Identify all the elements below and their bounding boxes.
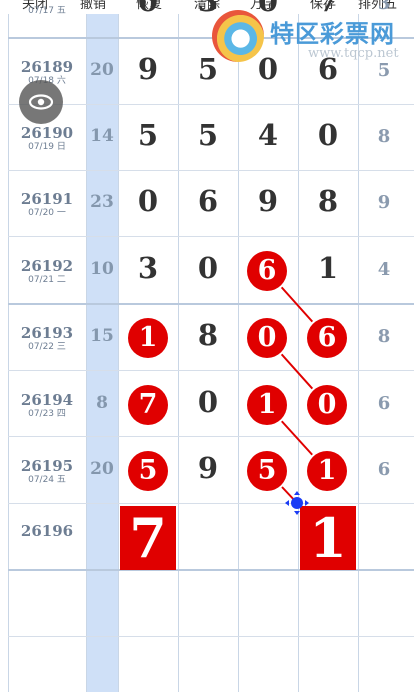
issue-number: 26190 [20, 124, 74, 142]
digit: 3 [137, 251, 159, 285]
digit: 4 [257, 118, 279, 152]
digit: 1 [317, 251, 339, 285]
sum-value: 14 [90, 126, 114, 146]
digit: 0 [197, 251, 219, 285]
drag-handle-arrows [285, 491, 309, 515]
digit: 0 [197, 385, 219, 419]
eye-icon [28, 94, 54, 110]
issue-number: 26195 [20, 457, 74, 475]
issue-number: 26189 [20, 58, 74, 76]
issue-number: 26196 [20, 522, 74, 540]
issue-date: 07/20 一 [28, 208, 66, 218]
fifth-digit: 6 [377, 393, 391, 414]
logo-title: 特区彩票网 [270, 20, 395, 48]
digit: 5 [197, 118, 219, 152]
fifth-digit: 6 [377, 459, 391, 480]
red-ball: 0 [247, 318, 287, 358]
sum-value: 15 [90, 326, 114, 346]
digit: 9 [197, 451, 219, 485]
eye-toggle-button[interactable] [19, 80, 63, 124]
issue-date: 07/19 日 [28, 142, 66, 152]
sum-value: 8 [96, 393, 108, 413]
red-ball: 6 [307, 318, 347, 358]
digit: 0 [317, 118, 339, 152]
issue-number: 26194 [20, 391, 74, 409]
logo-swirl-icon [212, 10, 264, 62]
digit: 8 [317, 184, 339, 218]
red-ball: 0 [307, 385, 347, 425]
issue-date: 07/21 二 [28, 275, 66, 285]
sum-value: 23 [90, 192, 114, 212]
red-ball: 1 [307, 451, 347, 491]
red-ball: 7 [128, 385, 168, 425]
red-ball: 1 [247, 385, 287, 425]
red-ball: 5 [247, 451, 287, 491]
sum-value: 20 [90, 60, 114, 80]
issue-date: 07/24 五 [28, 475, 66, 485]
logo-url: www.tqcp.net [308, 46, 399, 61]
digit: 0 [137, 184, 159, 218]
site-logo: 特区彩票网 www.tqcp.net [212, 10, 412, 68]
fifth-digit: 9 [377, 192, 391, 213]
digit: 8 [197, 318, 219, 352]
sum-value: 20 [90, 459, 114, 479]
fifth-digit: 4 [377, 259, 391, 280]
issue-date: 07/22 三 [28, 342, 66, 352]
sum-value: 10 [90, 259, 114, 279]
red-ball: 1 [128, 318, 168, 358]
issue-date: 07/23 四 [28, 409, 66, 419]
digit: 6 [197, 184, 219, 218]
issue-number: 26193 [20, 324, 74, 342]
selected-digit-box[interactable]: 1 [300, 506, 356, 570]
digit: 9 [257, 184, 279, 218]
issue-number: 26192 [20, 257, 74, 275]
red-ball: 5 [128, 451, 168, 491]
issue-number: 26191 [20, 190, 74, 208]
red-ball: 6 [247, 251, 287, 291]
digit: 5 [137, 118, 159, 152]
selected-digit-box[interactable]: 7 [120, 506, 176, 570]
fifth-digit: 8 [377, 126, 391, 147]
digit: 9 [137, 52, 159, 86]
fifth-digit: 8 [377, 326, 391, 347]
